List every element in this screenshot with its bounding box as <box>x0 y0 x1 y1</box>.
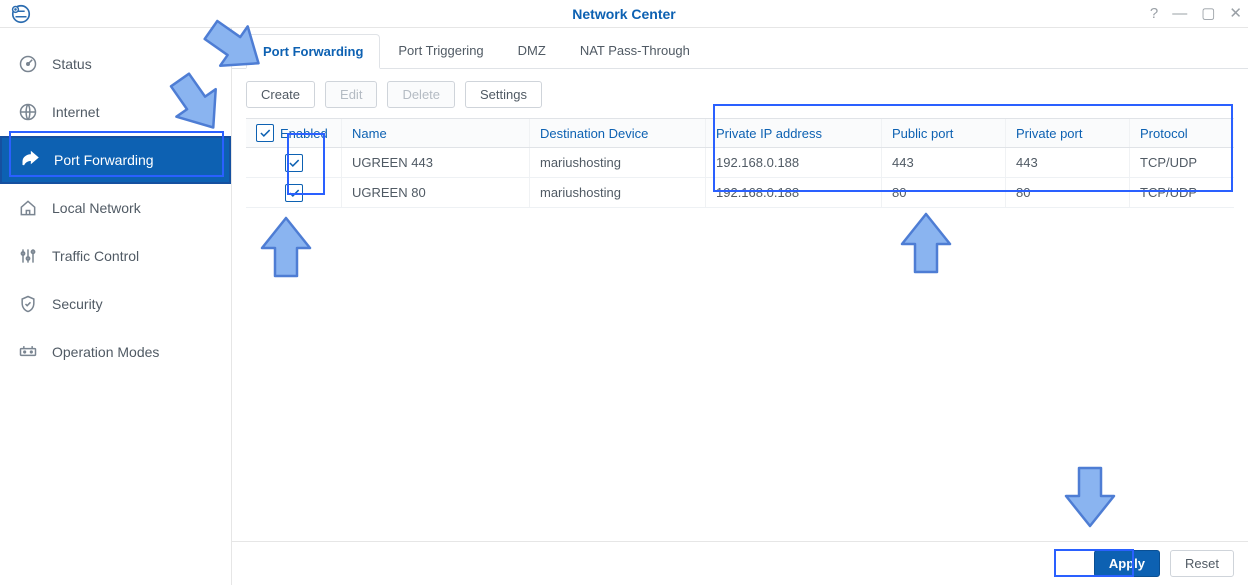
reset-button[interactable]: Reset <box>1170 550 1234 577</box>
row-checkbox[interactable] <box>285 184 303 202</box>
cell-proto: TCP/UDP <box>1130 148 1234 177</box>
sidebar-item-label: Port Forwarding <box>54 152 154 168</box>
table-row[interactable]: UGREEN 80 mariushosting 192.168.0.188 80… <box>246 178 1234 208</box>
th-dest[interactable]: Destination Device <box>530 119 706 147</box>
forward-icon <box>20 150 40 170</box>
tab-nat-pass-through[interactable]: NAT Pass-Through <box>564 34 706 68</box>
sidebar-item-label: Local Network <box>52 200 141 216</box>
rules-table: Enabled Name Destination Device Private … <box>246 118 1234 208</box>
th-pub[interactable]: Public port <box>882 119 1006 147</box>
cell-priv: 443 <box>1006 148 1130 177</box>
cell-ip: 192.168.0.188 <box>706 148 882 177</box>
delete-button[interactable]: Delete <box>387 81 455 108</box>
th-priv[interactable]: Private port <box>1006 119 1130 147</box>
sidebar-item-traffic-control[interactable]: Traffic Control <box>0 232 231 280</box>
sidebar-item-internet[interactable]: Internet <box>0 88 231 136</box>
titlebar: Network Center ? — ▢ ✕ <box>0 0 1248 28</box>
sidebar-item-label: Status <box>52 56 92 72</box>
sidebar-item-status[interactable]: Status <box>0 40 231 88</box>
table-header: Enabled Name Destination Device Private … <box>246 118 1234 148</box>
app-icon <box>10 3 32 25</box>
edit-button[interactable]: Edit <box>325 81 377 108</box>
sidebar-item-label: Security <box>52 296 103 312</box>
table-row[interactable]: UGREEN 443 mariushosting 192.168.0.188 4… <box>246 148 1234 178</box>
select-all-checkbox[interactable] <box>256 124 274 142</box>
tab-port-triggering[interactable]: Port Triggering <box>382 34 499 68</box>
sidebar-item-label: Traffic Control <box>52 248 139 264</box>
cell-dest: mariushosting <box>530 148 706 177</box>
th-ip[interactable]: Private IP address <box>706 119 882 147</box>
th-enabled[interactable]: Enabled <box>246 119 342 147</box>
tab-port-forwarding[interactable]: Port Forwarding <box>246 34 380 69</box>
sidebar-item-port-forwarding[interactable]: Port Forwarding <box>0 136 231 184</box>
toolbar: Create Edit Delete Settings <box>232 69 1248 118</box>
modes-icon <box>18 342 38 362</box>
cell-name: UGREEN 80 <box>342 178 530 207</box>
shield-icon <box>18 294 38 314</box>
close-icon[interactable]: ✕ <box>1229 6 1242 21</box>
row-checkbox[interactable] <box>285 154 303 172</box>
sidebar-item-local-network[interactable]: Local Network <box>0 184 231 232</box>
tab-dmz[interactable]: DMZ <box>502 34 562 68</box>
cell-priv: 80 <box>1006 178 1130 207</box>
sidebar: Status Internet Port Forwarding Local Ne… <box>0 28 232 585</box>
sidebar-item-operation-modes[interactable]: Operation Modes <box>0 328 231 376</box>
home-network-icon <box>18 198 38 218</box>
sidebar-item-security[interactable]: Security <box>0 280 231 328</box>
create-button[interactable]: Create <box>246 81 315 108</box>
help-icon[interactable]: ? <box>1150 6 1158 21</box>
minimize-icon[interactable]: — <box>1172 6 1187 21</box>
maximize-icon[interactable]: ▢ <box>1201 6 1215 21</box>
sidebar-item-label: Operation Modes <box>52 344 159 360</box>
apply-button[interactable]: Apply <box>1094 550 1160 577</box>
sliders-icon <box>18 246 38 266</box>
cell-ip: 192.168.0.188 <box>706 178 882 207</box>
cell-name: UGREEN 443 <box>342 148 530 177</box>
sidebar-item-label: Internet <box>52 104 99 120</box>
tabs: Port Forwarding Port Triggering DMZ NAT … <box>232 34 1248 69</box>
settings-button[interactable]: Settings <box>465 81 542 108</box>
th-name[interactable]: Name <box>342 119 530 147</box>
cell-dest: mariushosting <box>530 178 706 207</box>
window-title: Network Center <box>0 6 1248 22</box>
speedometer-icon <box>18 54 38 74</box>
main-panel: Port Forwarding Port Triggering DMZ NAT … <box>232 28 1248 585</box>
th-proto[interactable]: Protocol <box>1130 119 1234 147</box>
cell-proto: TCP/UDP <box>1130 178 1234 207</box>
footer: Apply Reset <box>232 541 1248 585</box>
cell-pub: 80 <box>882 178 1006 207</box>
globe-icon <box>18 102 38 122</box>
cell-pub: 443 <box>882 148 1006 177</box>
